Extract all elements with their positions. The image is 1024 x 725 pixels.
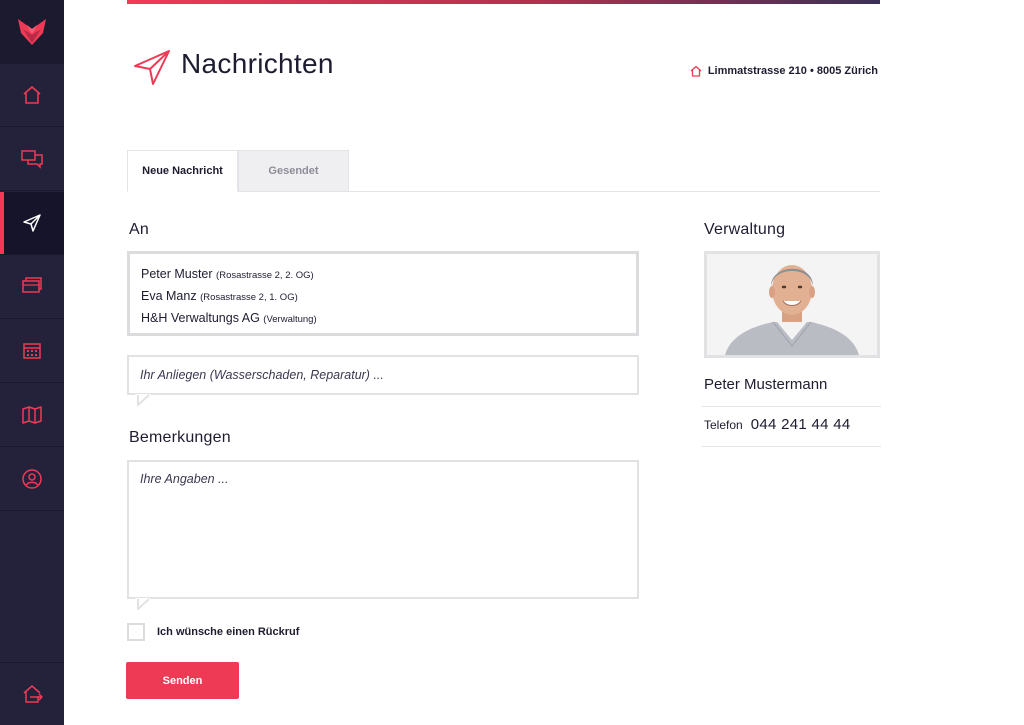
- home-icon: [690, 65, 702, 77]
- divider: [702, 406, 881, 407]
- to-label: An: [129, 221, 149, 238]
- chat-icon: [21, 150, 43, 169]
- management-label: Verwaltung: [704, 221, 786, 238]
- tab-bar: Neue Nachricht Gesendet: [127, 150, 880, 192]
- remarks-field: [127, 460, 639, 610]
- concern-input[interactable]: [140, 355, 620, 395]
- sidebar-item-home[interactable]: [0, 64, 64, 127]
- top-accent-bar: [127, 0, 880, 4]
- speech-tail: [135, 598, 151, 610]
- user-icon: [22, 469, 42, 489]
- fox-logo-icon: [18, 19, 46, 45]
- contact-photo: [704, 251, 880, 358]
- phone-row: Telefon 044 241 44 44: [704, 416, 851, 433]
- logout-icon: [23, 685, 43, 703]
- recipient-detail: (Rosastrasse 2, 1. OG): [200, 292, 298, 303]
- map-icon: [22, 406, 42, 424]
- callback-checkbox[interactable]: [127, 623, 145, 641]
- fox-logo[interactable]: [0, 0, 64, 64]
- recipient-name: H&H Verwaltungs AG: [141, 311, 260, 325]
- recipient-item[interactable]: Peter Muster (Rosastrasse 2, 2. OG): [141, 264, 625, 286]
- phone-label: Telefon: [704, 418, 743, 432]
- sidebar-item-messages[interactable]: [0, 128, 64, 191]
- paper-plane-icon: [23, 214, 41, 232]
- sidebar-item-profile[interactable]: [0, 448, 64, 511]
- sidebar-item-logout[interactable]: [0, 662, 64, 725]
- sidebar-item-calendar[interactable]: [0, 320, 64, 383]
- divider: [702, 446, 881, 447]
- tab-sent[interactable]: Gesendet: [238, 150, 349, 192]
- recipient-detail: (Verwaltung): [263, 314, 317, 325]
- phone-number[interactable]: 044 241 44 44: [751, 416, 851, 433]
- remarks-label: Bemerkungen: [129, 429, 231, 446]
- contact-name: Peter Mustermann: [704, 376, 828, 393]
- recipient-item[interactable]: H&H Verwaltungs AG (Verwaltung): [141, 308, 625, 330]
- sidebar-item-send[interactable]: [0, 192, 64, 255]
- recipient-name: Eva Manz: [141, 289, 197, 303]
- recipient-detail: (Rosastrasse 2, 2. OG): [216, 270, 314, 281]
- speech-tail: [135, 394, 151, 406]
- sidebar-item-map[interactable]: [0, 384, 64, 447]
- concern-field: [127, 355, 639, 406]
- page-title: Nachrichten: [181, 48, 334, 79]
- sidebar: [0, 0, 64, 725]
- callback-option[interactable]: Ich wünsche einen Rückruf: [127, 623, 299, 641]
- paper-plane-icon: [134, 50, 170, 85]
- recipient-list[interactable]: Peter Muster (Rosastrasse 2, 2. OG) Eva …: [127, 251, 639, 336]
- callback-label: Ich wünsche einen Rückruf: [157, 626, 300, 638]
- address-text: Limmatstrasse 210 • 8005 Zürich: [707, 65, 878, 77]
- send-button[interactable]: Senden: [126, 662, 239, 699]
- recipient-item[interactable]: Eva Manz (Rosastrasse 2, 1. OG): [141, 286, 625, 308]
- recipient-name: Peter Muster: [141, 267, 213, 281]
- portrait-image: [707, 254, 877, 355]
- address: Limmatstrasse 210 • 8005 Zürich: [690, 65, 878, 77]
- calendar-icon: [23, 343, 41, 359]
- stack-icon: [22, 277, 42, 293]
- tab-new-message[interactable]: Neue Nachricht: [127, 150, 238, 192]
- home-icon: [23, 86, 41, 104]
- sidebar-item-documents[interactable]: [0, 256, 64, 319]
- remarks-textarea[interactable]: [140, 472, 625, 590]
